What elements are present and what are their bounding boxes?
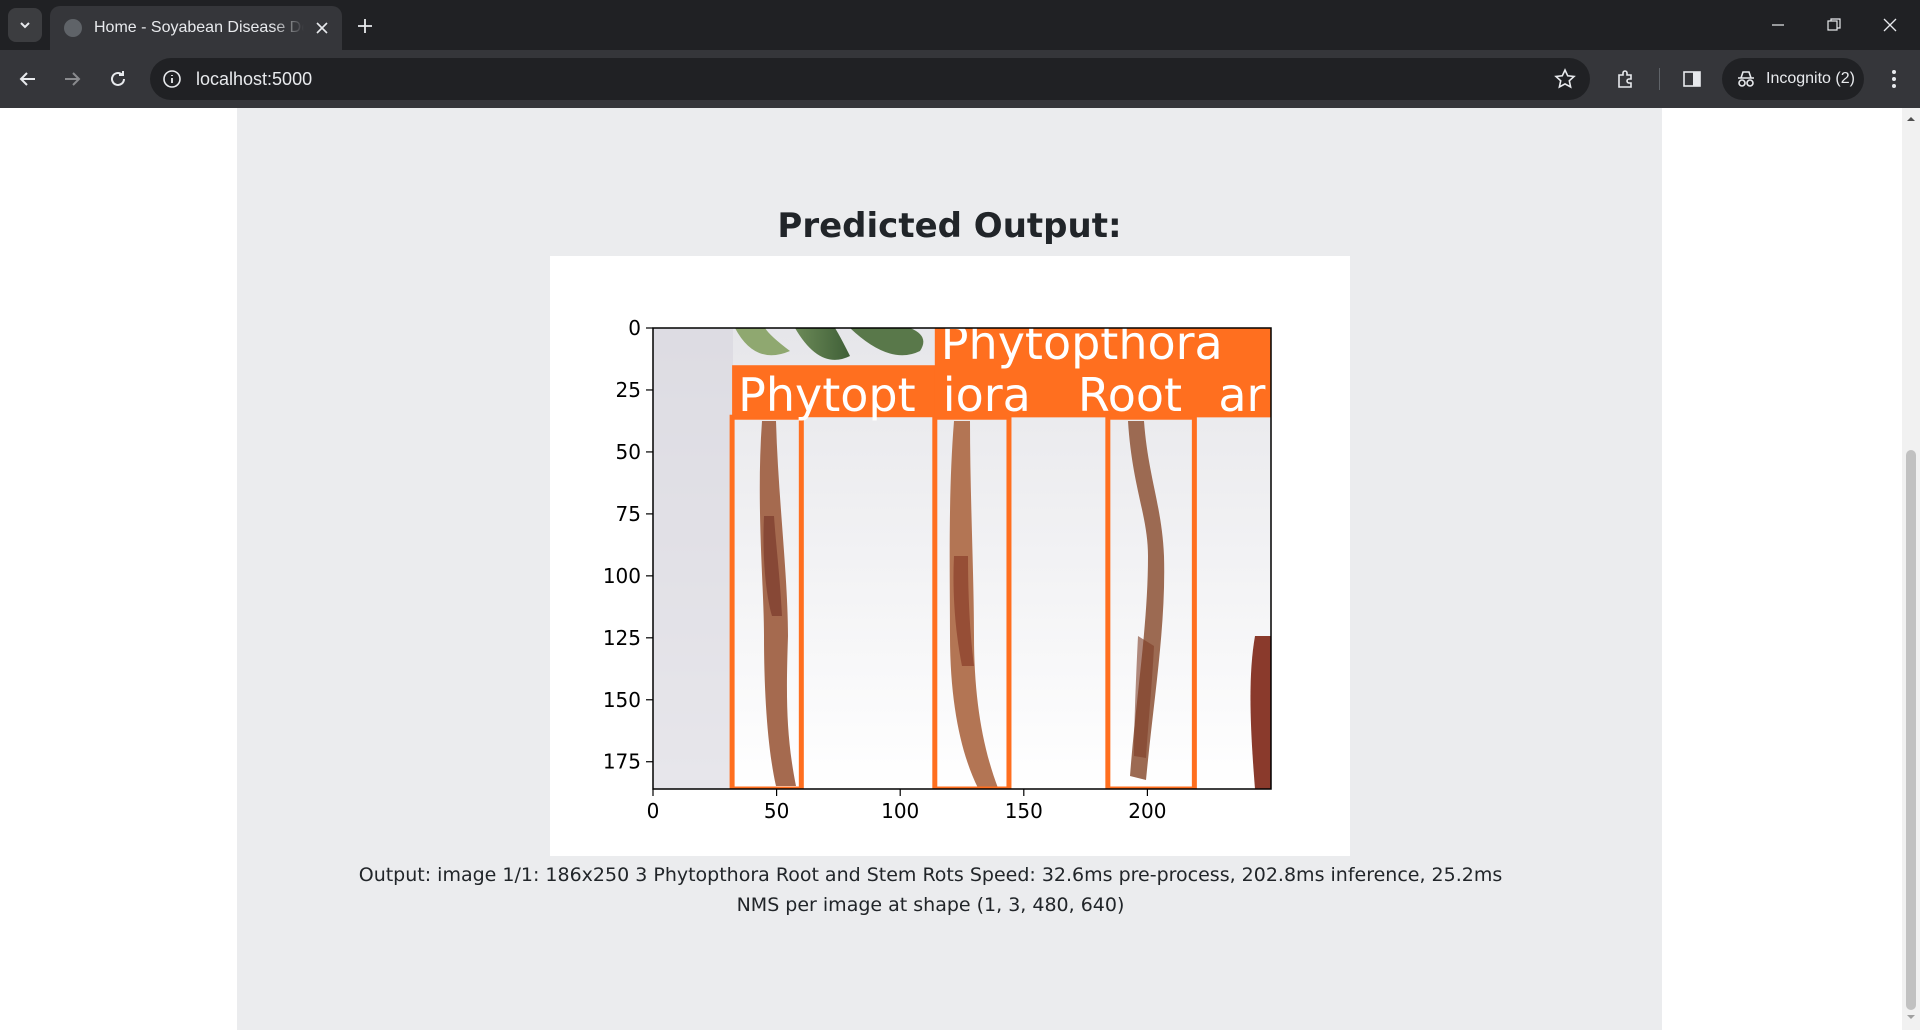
tab-home[interactable]: Home - Soyabean Disease Detection: [50, 6, 342, 50]
restore-icon: [1827, 18, 1841, 31]
y-tick-label: 75: [616, 502, 641, 526]
extensions-button[interactable]: [1610, 63, 1642, 95]
browser-toolbar: localhost:5000 Incognito (2): [0, 50, 1920, 108]
arrow-right-icon: [65, 72, 81, 86]
y-tick-label: 125: [603, 626, 641, 650]
address-bar[interactable]: localhost:5000: [150, 58, 1590, 100]
x-tick-label: 0: [647, 799, 660, 823]
incognito-badge[interactable]: Incognito (2): [1722, 58, 1864, 100]
detection-label-text: Root: [1078, 368, 1182, 422]
tab-close-button[interactable]: [312, 18, 332, 38]
plus-icon: [358, 19, 372, 33]
reload-button[interactable]: [102, 63, 134, 95]
y-tick-label: 100: [603, 564, 641, 588]
toolbar-divider: [1659, 68, 1660, 90]
y-tick-label: 25: [616, 378, 641, 402]
arrow-left-icon: [19, 72, 35, 86]
incognito-icon: [1738, 71, 1754, 87]
new-tab-button[interactable]: [352, 13, 378, 39]
minimize-button[interactable]: [1750, 0, 1806, 50]
y-tick-label: 150: [603, 688, 641, 712]
side-panel-button[interactable]: [1676, 63, 1708, 95]
side-panel-icon: [1683, 71, 1701, 87]
forward-button[interactable]: [56, 63, 88, 95]
page-viewport: Predicted Output: Phytopthora Phytopt io…: [0, 108, 1920, 1030]
info-icon[interactable]: [162, 69, 182, 89]
content-panel: Predicted Output: Phytopthora Phytopt io…: [237, 108, 1662, 1030]
incognito-label: Incognito (2): [1766, 70, 1855, 87]
vertical-scrollbar[interactable]: [1902, 108, 1920, 1030]
back-button[interactable]: [12, 63, 44, 95]
globe-icon: [64, 19, 82, 37]
close-icon: [1883, 18, 1897, 32]
prediction-figure: Phytopthora Phytopt iora Root ar 0 50 100 150 20…: [550, 256, 1350, 856]
star-icon[interactable]: [1554, 68, 1576, 90]
scroll-down-icon[interactable]: [1906, 1012, 1916, 1022]
scrollbar-thumb[interactable]: [1906, 450, 1916, 1010]
menu-button[interactable]: [1878, 63, 1910, 95]
tab-title: Home - Soyabean Disease Detection: [94, 19, 304, 36]
minimize-icon: [1772, 24, 1784, 26]
prediction-plot: Phytopthora Phytopt iora Root ar 0 50 100 150 20…: [603, 316, 1272, 823]
url-text: localhost:5000: [196, 68, 313, 89]
x-tick-label: 100: [881, 799, 919, 823]
y-tick-label: 50: [616, 440, 641, 464]
y-tick-label: 0: [628, 316, 641, 340]
y-tick-label: 175: [603, 750, 641, 774]
close-window-button[interactable]: [1862, 0, 1918, 50]
x-tick-label: 200: [1128, 799, 1166, 823]
detection-label-text: ar: [1218, 368, 1265, 422]
detection-label-text: Phytopthora: [941, 316, 1223, 370]
page-title: Predicted Output:: [777, 206, 1122, 246]
detection-label-text: Phytopt: [738, 368, 916, 422]
detection-label-text: iora: [943, 368, 1031, 422]
reload-icon: [111, 71, 125, 86]
tab-search-button[interactable]: [8, 8, 42, 42]
browser-titlebar: Home - Soyabean Disease Detection: [0, 0, 1920, 50]
puzzle-icon: [1618, 70, 1632, 88]
scroll-up-icon[interactable]: [1906, 114, 1916, 124]
output-summary: Output: image 1/1: 186x250 3 Phytopthora…: [358, 864, 1503, 916]
chevron-down-icon: [20, 22, 30, 29]
x-tick-label: 50: [764, 799, 789, 823]
close-icon: [316, 22, 328, 34]
more-vertical-icon: [1892, 70, 1896, 88]
x-tick-label: 150: [1005, 799, 1043, 823]
restore-button[interactable]: [1806, 0, 1862, 50]
